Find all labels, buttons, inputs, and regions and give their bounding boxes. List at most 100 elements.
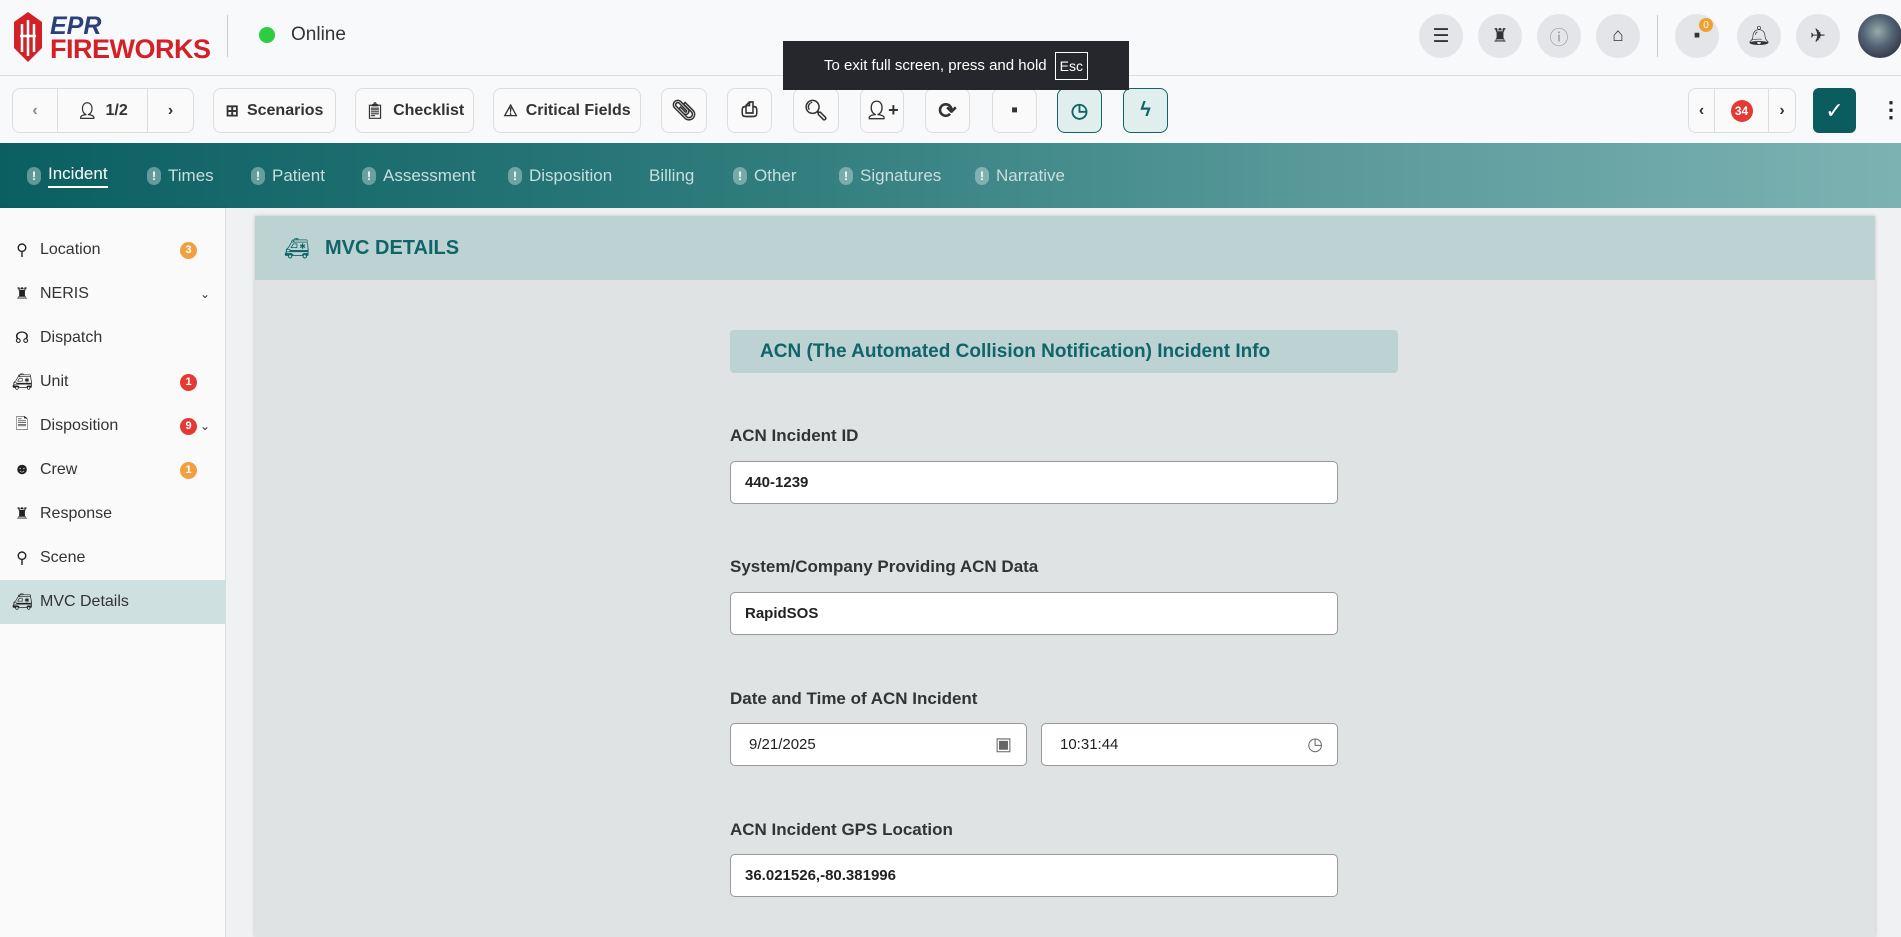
alert-icon: ! xyxy=(251,167,265,185)
ambulance-icon: 🚑︎ xyxy=(12,372,32,392)
acn-gps-input[interactable]: 36.021526,-80.381996 xyxy=(730,854,1338,897)
checklist-button[interactable]: 📋︎Checklist xyxy=(355,88,474,133)
tab-incident[interactable]: !Incident xyxy=(27,143,108,208)
sidebar-item-mvc-details[interactable]: 🚑︎MVC Details xyxy=(0,580,226,624)
print-button[interactable]: ⎙ xyxy=(727,88,772,133)
check-icon: ✓ xyxy=(1825,98,1843,124)
sidebar-item-crew[interactable]: ☻Crew1 xyxy=(0,448,226,492)
alert-icon: ! xyxy=(27,167,41,185)
card-title: MVC DETAILS xyxy=(325,237,459,260)
siren-icon: ♜ xyxy=(12,504,32,524)
tab-billing[interactable]: Billing xyxy=(649,143,694,208)
bolt-icon: ϟ xyxy=(1140,99,1151,122)
comment-icon: ▪ xyxy=(1011,99,1018,122)
user-avatar[interactable] xyxy=(1858,14,1901,58)
quick-action-button[interactable]: ϟ xyxy=(1123,88,1168,133)
card-header: 🚑︎ MVC DETAILS xyxy=(255,216,1875,280)
more-menu-button[interactable]: ⋮ xyxy=(1880,96,1901,124)
patient-icon: 👤︎ xyxy=(77,101,97,121)
tab-narrative[interactable]: !Narrative xyxy=(975,143,1065,208)
info-icon[interactable]: ⓘ xyxy=(1537,14,1581,58)
alert-icon: ! xyxy=(733,167,747,185)
sidebar-item-disposition[interactable]: 🗎Disposition9⌄ xyxy=(0,404,226,448)
disposition-badge: 9 xyxy=(180,418,197,435)
next-patient-button[interactable]: › xyxy=(148,89,193,132)
prev-error-button[interactable]: ‹ xyxy=(1689,89,1715,132)
acn-system-input[interactable]: RapidSOS xyxy=(730,592,1338,635)
alert-icon: ! xyxy=(508,167,522,185)
acn-system-label: System/Company Providing ACN Data xyxy=(730,557,1038,577)
comment-button[interactable]: ▪ xyxy=(992,88,1037,133)
critical-fields-button[interactable]: ⚠Critical Fields xyxy=(493,88,641,133)
map-pin-icon: ⚲ xyxy=(12,548,32,568)
tab-signatures[interactable]: !Signatures xyxy=(839,143,941,208)
acn-section-header: ACN (The Automated Collision Notificatio… xyxy=(730,330,1398,373)
acn-gps-label: ACN Incident GPS Location xyxy=(730,820,953,840)
patient-count: 👤︎1/2 xyxy=(58,89,148,132)
alert-icon: ! xyxy=(975,167,989,185)
airplane-icon[interactable]: ✈ xyxy=(1796,14,1840,58)
sidebar-item-neris[interactable]: ♜NERIS⌄ xyxy=(0,272,226,316)
scenarios-button[interactable]: ⊞Scenarios xyxy=(213,88,336,133)
flame-logo-icon xyxy=(12,12,44,62)
sidebar: ⚲Location3 ♜NERIS⌄ ☊Dispatch 🚑︎Unit1 🗎Di… xyxy=(0,208,226,937)
home-icon[interactable]: ⌂ xyxy=(1596,14,1640,58)
chat-icon[interactable]: ▪0 xyxy=(1675,14,1719,58)
printer-icon: ⎙ xyxy=(742,99,758,122)
acn-time-input[interactable]: 10:31:44◷ xyxy=(1041,723,1338,766)
mvc-details-card: 🚑︎ MVC DETAILS xyxy=(255,216,1875,937)
section-tabs: !Incident !Times !Patient !Assessment !D… xyxy=(0,143,1901,208)
fullscreen-toast: To exit full screen, press and hold Esc xyxy=(783,41,1129,90)
next-error-button[interactable]: › xyxy=(1769,89,1795,132)
error-pager: ‹ 34 › xyxy=(1688,88,1796,133)
ambulance-icon: 🚑︎ xyxy=(12,592,32,612)
sidebar-item-unit[interactable]: 🚑︎Unit1 xyxy=(0,360,226,404)
crew-badge: 1 xyxy=(180,462,197,479)
bell-icon[interactable]: 🔔︎ xyxy=(1737,14,1781,58)
complete-button[interactable]: ✓ xyxy=(1813,88,1856,133)
acn-date-input[interactable]: 9/21/2025▣ xyxy=(730,723,1027,766)
divider xyxy=(1657,15,1658,57)
patient-pager: ‹ 👤︎1/2 › xyxy=(12,88,194,133)
timeline-button[interactable]: ◷ xyxy=(1057,88,1102,133)
attach-button[interactable]: 📎︎ xyxy=(661,88,707,133)
chat-badge: 0 xyxy=(1699,18,1713,32)
tab-times[interactable]: !Times xyxy=(147,143,214,208)
sidebar-item-location[interactable]: ⚲Location3 xyxy=(0,228,226,272)
sidebar-item-response[interactable]: ♜Response xyxy=(0,492,226,536)
tab-assessment[interactable]: !Assessment xyxy=(362,143,476,208)
acn-incident-id-input[interactable]: 440-1239 xyxy=(730,461,1338,504)
warning-icon: ⚠ xyxy=(503,101,517,121)
tower-icon[interactable]: ♜ xyxy=(1478,14,1522,58)
alert-icon: ! xyxy=(839,167,853,185)
paperclip-icon: 📎︎ xyxy=(671,98,696,123)
tab-other[interactable]: !Other xyxy=(733,143,797,208)
error-count-cell: 34 xyxy=(1715,89,1769,132)
chevron-down-icon[interactable]: ⌄ xyxy=(200,419,210,433)
chevron-down-icon[interactable]: ⌄ xyxy=(200,287,210,301)
acn-incident-id-label: ACN Incident ID xyxy=(730,426,858,446)
tab-patient[interactable]: !Patient xyxy=(251,143,325,208)
alert-icon: ! xyxy=(147,167,161,185)
tab-disposition[interactable]: !Disposition xyxy=(508,143,612,208)
search-button[interactable]: 🔍︎ xyxy=(793,88,839,133)
map-pin-icon: ⚲ xyxy=(12,240,32,260)
unit-badge: 1 xyxy=(180,374,197,391)
clock-icon: ◷ xyxy=(1071,98,1088,123)
esc-key: Esc xyxy=(1055,52,1088,80)
clipboard-check-icon: 📋︎ xyxy=(365,101,385,121)
list-icon[interactable]: ☰ xyxy=(1419,14,1463,58)
error-count-badge: 34 xyxy=(1731,100,1753,122)
clock-icon[interactable]: ◷ xyxy=(1307,734,1323,755)
prev-patient-button[interactable]: ‹ xyxy=(13,89,58,132)
refresh-button[interactable]: ⟳ xyxy=(925,88,970,133)
calendar-icon[interactable]: ▣ xyxy=(995,734,1012,755)
add-copy-icon: ⊞ xyxy=(226,101,239,121)
refresh-icon: ⟳ xyxy=(938,98,956,124)
divider xyxy=(227,15,228,57)
add-user-button[interactable]: 👤︎+ xyxy=(860,88,904,133)
epr-fireworks-logo[interactable]: EPR FIREWORKS xyxy=(12,12,202,62)
medical-file-icon: 🗎 xyxy=(12,413,32,440)
sidebar-item-scene[interactable]: ⚲Scene xyxy=(0,536,226,580)
sidebar-item-dispatch[interactable]: ☊Dispatch xyxy=(0,316,226,360)
